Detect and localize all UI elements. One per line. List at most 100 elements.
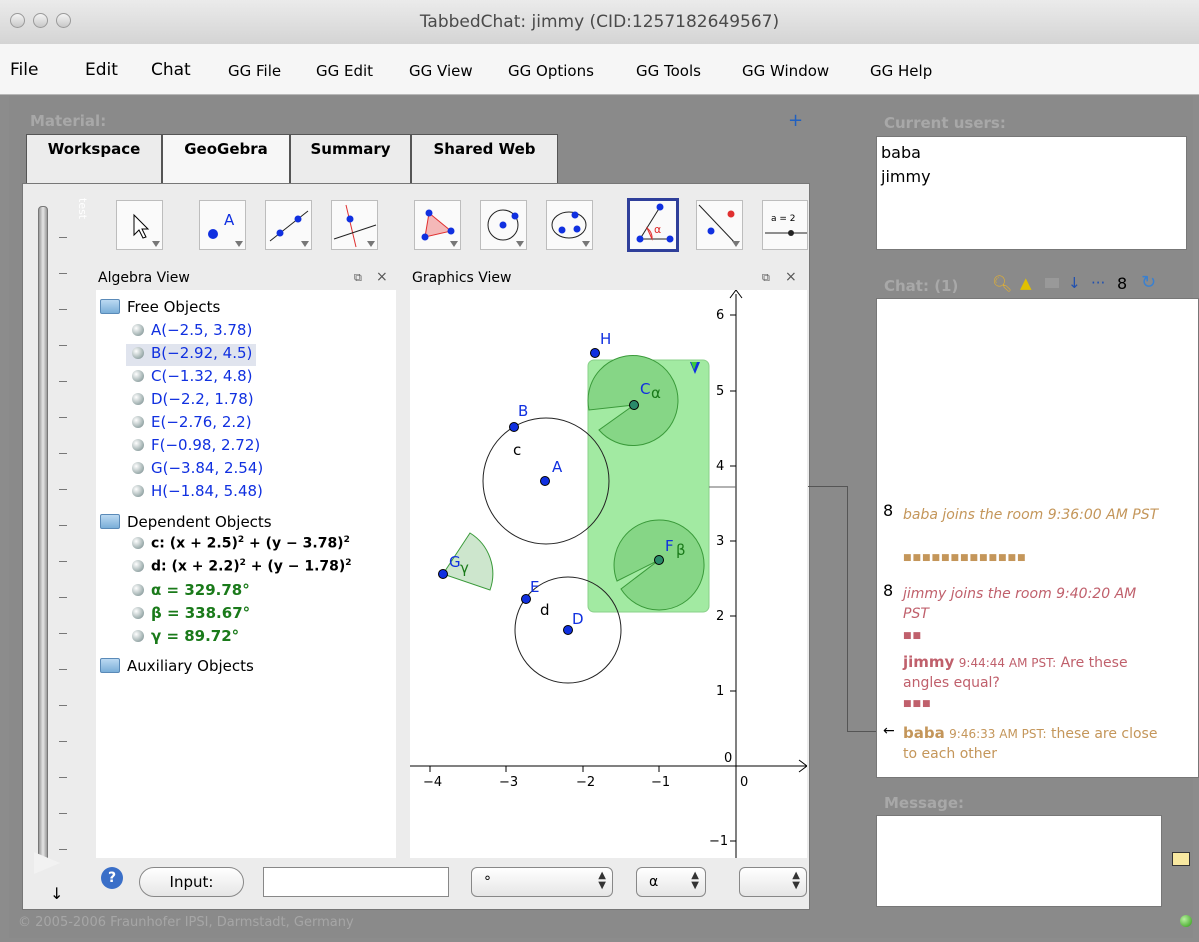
point-c[interactable] xyxy=(629,400,639,410)
tab-summary[interactable]: Summary xyxy=(290,134,411,184)
visibility-ball-icon[interactable] xyxy=(132,607,144,619)
visibility-ball-icon[interactable] xyxy=(132,485,144,497)
copyright-footer: © 2005-2006 Fraunhofer IPSI, Darmstadt, … xyxy=(18,915,354,930)
user-item[interactable]: baba xyxy=(881,143,921,162)
tool-circle[interactable] xyxy=(480,200,527,250)
search-icon[interactable]: 🔍︎ xyxy=(992,274,1012,293)
visibility-ball-icon[interactable] xyxy=(132,347,144,359)
visibility-ball-icon[interactable] xyxy=(132,439,144,451)
visibility-ball-icon[interactable] xyxy=(132,536,144,549)
tool-angle[interactable]: α xyxy=(627,198,679,252)
graphics-view[interactable]: −4 −3 −2 −1 0 6 5 4 3 2 1 0 −1 A B C α D… xyxy=(410,289,808,858)
undock-icon[interactable]: ⧉ xyxy=(354,271,362,285)
chat-log[interactable]: 8 baba joins the room 9:36:00 AM PST ■■■… xyxy=(876,298,1199,778)
tool-conic[interactable] xyxy=(546,200,593,250)
tab-summary-label: Summary xyxy=(310,140,391,158)
visibility-ball-icon[interactable] xyxy=(132,462,144,474)
tool-line[interactable] xyxy=(265,200,312,250)
menu-file[interactable]: File xyxy=(10,60,38,80)
close-view-icon[interactable]: × xyxy=(785,269,797,285)
algebra-item[interactable]: β = 338.67° xyxy=(132,604,250,626)
point-g[interactable] xyxy=(438,569,448,579)
greek-combo[interactable]: α ▲ ▼ xyxy=(636,867,706,897)
menu-gg-view[interactable]: GG View xyxy=(409,62,473,80)
label-g: G xyxy=(449,553,461,571)
input-field[interactable] xyxy=(263,867,449,897)
point-a[interactable] xyxy=(540,476,550,486)
menu-gg-window[interactable]: GG Window xyxy=(742,62,829,80)
user-item[interactable]: jimmy xyxy=(881,167,931,186)
algebra-item[interactable]: C(−1.32, 4.8) xyxy=(132,367,253,389)
window-icon[interactable] xyxy=(1045,278,1059,288)
separator-squares: ■■■ xyxy=(903,699,932,709)
tool-polygon[interactable] xyxy=(414,200,461,250)
folder-free-objects[interactable]: Free Objects xyxy=(100,298,220,320)
help-icon[interactable]: ? xyxy=(101,867,123,889)
close-view-icon[interactable]: × xyxy=(376,269,388,285)
add-material-button[interactable]: + xyxy=(788,110,803,131)
point-b[interactable] xyxy=(509,422,519,432)
visibility-ball-icon[interactable] xyxy=(132,324,144,336)
more-icon[interactable]: ··· xyxy=(1091,274,1105,292)
tool-reflect[interactable] xyxy=(696,200,743,250)
visibility-ball-icon[interactable] xyxy=(132,393,144,405)
algebra-item[interactable]: G(−3.84, 2.54) xyxy=(132,459,263,481)
tool-perpendicular[interactable] xyxy=(331,200,378,250)
menu-gg-options[interactable]: GG Options xyxy=(508,62,594,80)
algebra-item[interactable]: E(−2.76, 2.2) xyxy=(132,413,252,435)
message-input[interactable] xyxy=(876,815,1162,907)
split-divider[interactable] xyxy=(396,268,410,858)
tool-slider[interactable]: a = 2 xyxy=(762,200,808,250)
stepper-icon: ▲ ▼ xyxy=(792,870,800,891)
slider-thumb[interactable] xyxy=(34,852,60,874)
point-h[interactable] xyxy=(590,348,600,358)
menu-chat[interactable]: Chat xyxy=(151,60,191,80)
graphics-canvas[interactable]: −4 −3 −2 −1 0 6 5 4 3 2 1 0 −1 A B C α D… xyxy=(410,289,808,858)
point-b-text: B(−2.92, 4.5) xyxy=(151,344,253,362)
algebra-item[interactable]: A(−2.5, 3.78) xyxy=(132,321,252,343)
tab-shared-web[interactable]: Shared Web xyxy=(411,134,558,184)
tool-point[interactable]: A xyxy=(199,200,246,250)
zoom-slider-track[interactable] xyxy=(38,206,48,868)
input-bar: ? Input: ° ▲ ▼ α ▲ ▼ ▲ ▼ xyxy=(96,858,807,906)
user-list[interactable]: baba jimmy xyxy=(876,136,1187,250)
y-tick-label: 6 xyxy=(716,308,724,323)
degree-combo[interactable]: ° ▲ ▼ xyxy=(471,867,613,897)
menu-gg-tools[interactable]: GG Tools xyxy=(636,62,701,80)
bell-icon[interactable]: ▲ xyxy=(1020,274,1032,292)
input-label-text: Input: xyxy=(169,873,214,891)
tab-workspace[interactable]: Workspace xyxy=(26,134,162,184)
tool-move[interactable] xyxy=(116,200,163,250)
algebra-item[interactable]: α = 329.78° xyxy=(132,581,250,603)
symbol-combo[interactable]: ▲ ▼ xyxy=(739,867,807,897)
y-tick-label: 0 xyxy=(724,751,732,766)
algebra-item-selected[interactable]: B(−2.92, 4.5) xyxy=(126,344,257,366)
menu-edit[interactable]: Edit xyxy=(85,60,118,80)
algebra-item[interactable]: D(−2.2, 1.78) xyxy=(132,390,254,412)
menu-gg-edit[interactable]: GG Edit xyxy=(316,62,373,80)
point-f[interactable] xyxy=(654,555,664,565)
menu-gg-file[interactable]: GG File xyxy=(228,62,281,80)
algebra-item[interactable]: γ = 89.72° xyxy=(132,627,239,649)
algebra-item[interactable]: F(−0.98, 2.72) xyxy=(132,436,260,458)
algebra-item[interactable]: d: (x + 2.2)2 + (y − 1.78)2 xyxy=(132,558,352,580)
download-arrow-icon[interactable]: ↓ xyxy=(50,884,63,903)
visibility-ball-icon[interactable] xyxy=(132,370,144,382)
download-icon[interactable]: ↓ xyxy=(1068,274,1081,292)
undock-icon[interactable]: ⧉ xyxy=(762,271,770,285)
visibility-ball-icon[interactable] xyxy=(132,559,144,572)
user-icon[interactable]: 8 xyxy=(1117,274,1127,293)
folder-dependent-objects[interactable]: Dependent Objects xyxy=(100,513,272,535)
algebra-item[interactable]: H(−1.84, 5.48) xyxy=(132,482,263,504)
user-icon: 8 xyxy=(883,501,894,520)
menu-gg-help[interactable]: GG Help xyxy=(870,62,932,80)
refresh-icon[interactable]: ↻ xyxy=(1141,272,1156,293)
visibility-ball-icon[interactable] xyxy=(132,584,144,596)
visibility-ball-icon[interactable] xyxy=(132,416,144,428)
visibility-ball-icon[interactable] xyxy=(132,630,144,642)
tab-geogebra[interactable]: GeoGebra xyxy=(162,134,290,186)
input-label-button[interactable]: Input: xyxy=(139,867,244,897)
folder-auxiliary-objects[interactable]: Auxiliary Objects xyxy=(100,657,254,679)
send-icon[interactable] xyxy=(1172,852,1190,866)
algebra-item[interactable]: c: (x + 2.5)2 + (y − 3.78)2 xyxy=(132,535,350,557)
